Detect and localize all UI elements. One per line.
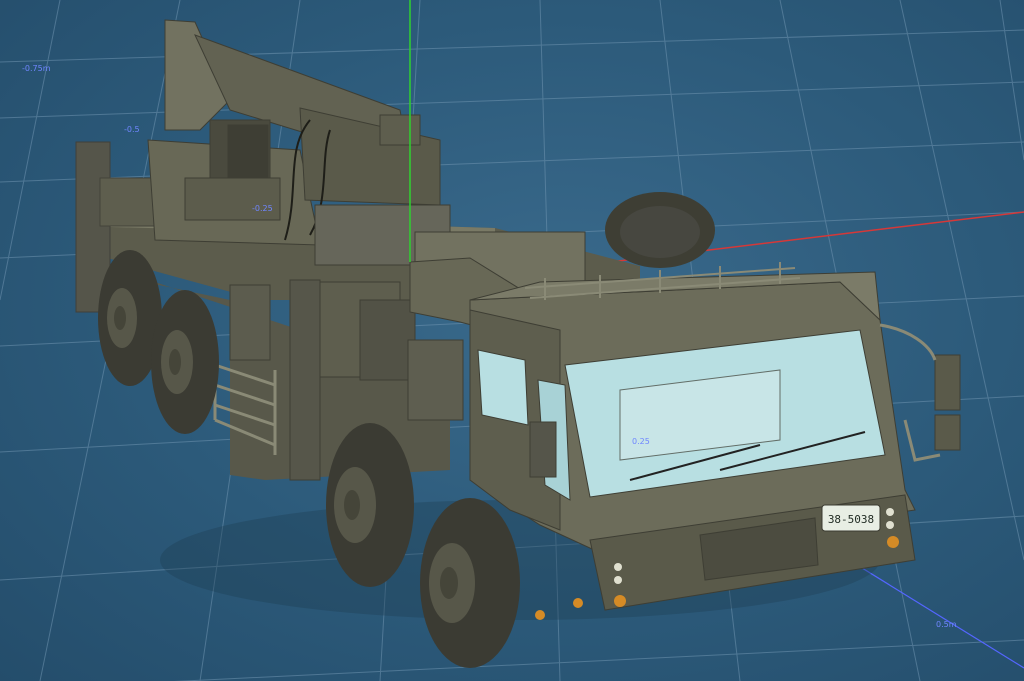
wheel-rear-2 [151, 290, 219, 434]
ruler-label-neg-075: -0.75m [22, 64, 51, 73]
wheel-front-1 [326, 423, 414, 587]
ruler-label-pos-05: 0.5m [936, 620, 957, 629]
wheel-front-2 [420, 498, 520, 668]
3d-viewport[interactable]: 38-5038 -0.75m -0.5 -0.25 0.25 0.5m [0, 0, 1024, 681]
ruler-label-neg-05: -0.5 [124, 125, 140, 134]
scene-canvas[interactable]: 38-5038 [0, 0, 1024, 681]
spare-tire [605, 192, 715, 268]
ruler-label-pos-025: 0.25 [632, 437, 650, 446]
ruler-label-neg-025: -0.25 [252, 204, 273, 213]
license-plate-text: 38-5038 [828, 513, 874, 526]
license-plate: 38-5038 [821, 504, 881, 532]
